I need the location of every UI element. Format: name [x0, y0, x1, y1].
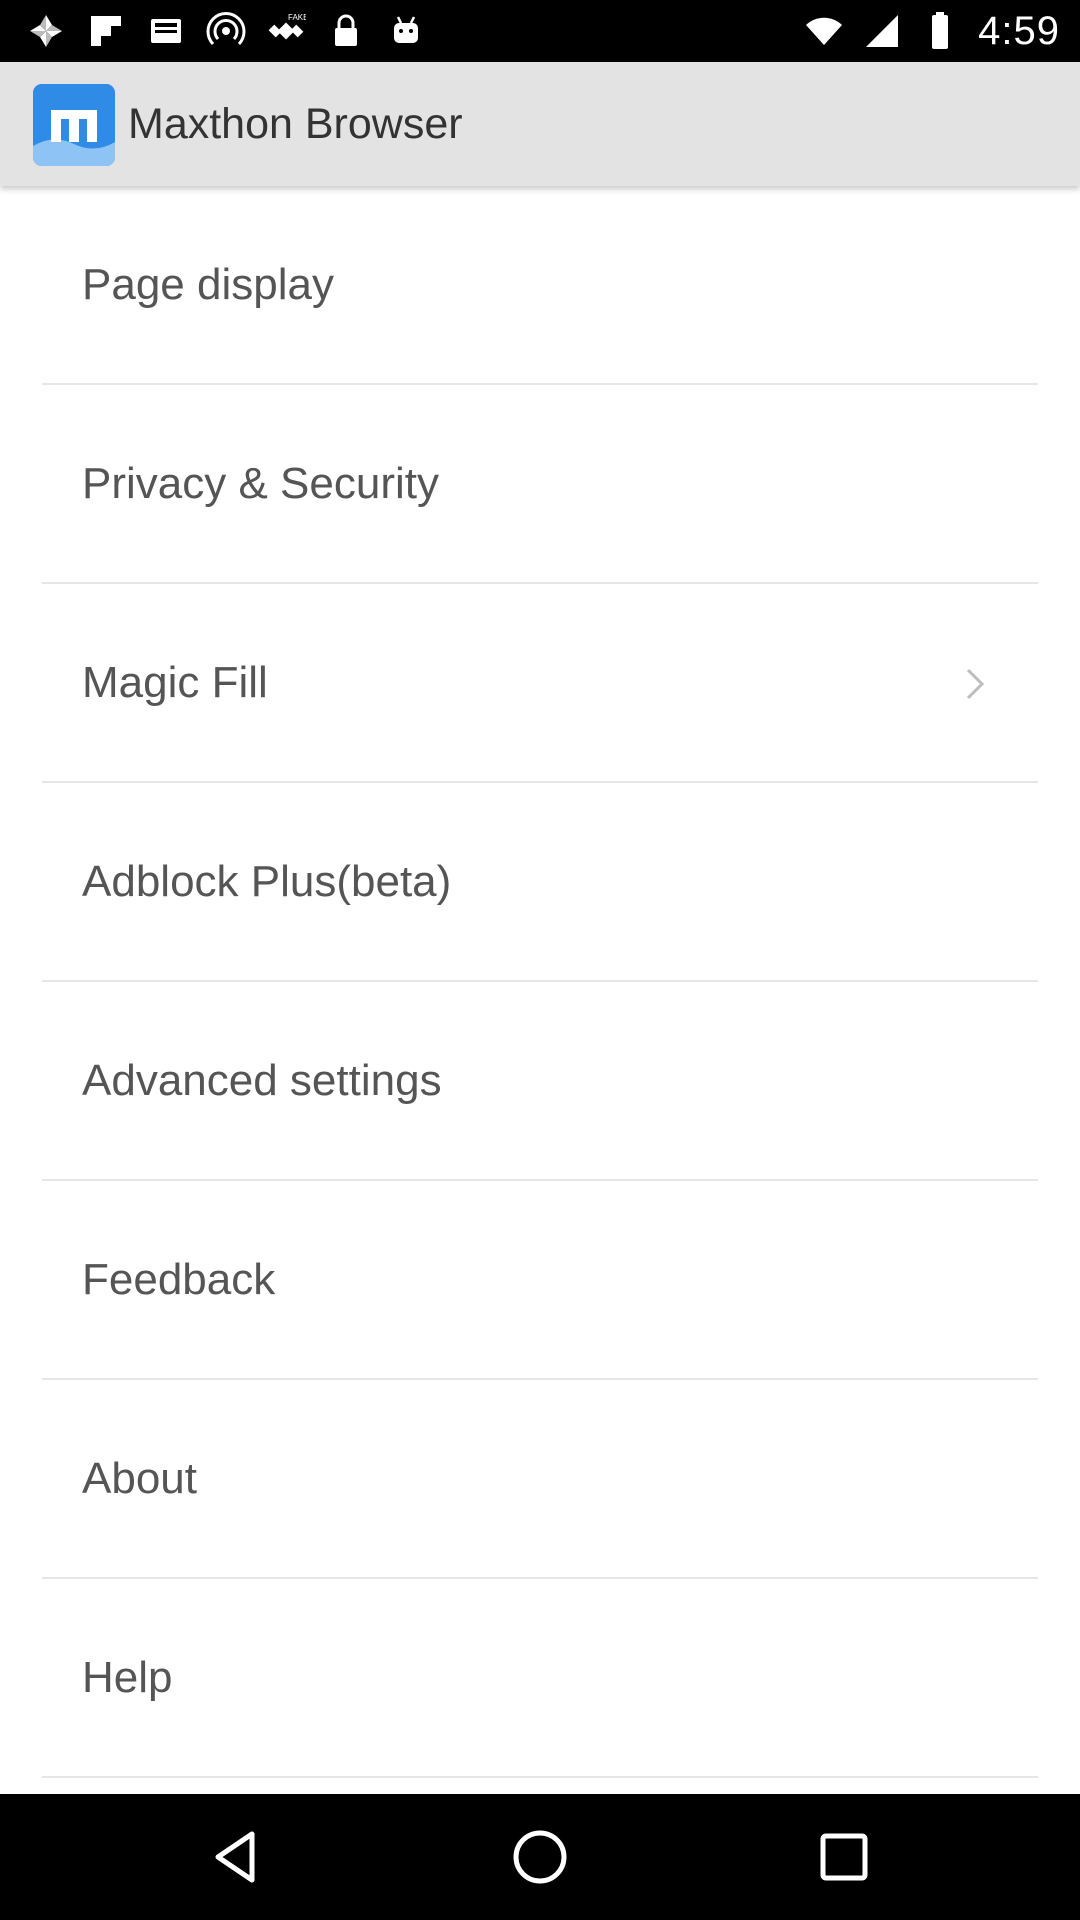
hotspot-icon: [206, 11, 246, 51]
flipboard-icon: [86, 11, 126, 51]
chevron-right-icon: [954, 664, 994, 704]
wifi-icon: [804, 11, 844, 51]
settings-item-label: Privacy & Security: [82, 459, 439, 508]
android-icon: [386, 11, 426, 51]
navigation-bar: [0, 1794, 1080, 1920]
settings-item-label: About: [82, 1454, 197, 1503]
status-bar: FAKE 4:59: [0, 0, 1080, 62]
recents-icon[interactable]: [813, 1826, 875, 1888]
battery-icon: [920, 11, 960, 51]
fake-gps-icon: FAKE: [266, 11, 306, 51]
svg-text:FAKE: FAKE: [288, 13, 306, 22]
settings-item-label: Adblock Plus(beta): [82, 857, 452, 906]
home-icon[interactable]: [509, 1826, 571, 1888]
settings-item-adblock-plus[interactable]: Adblock Plus(beta): [42, 783, 1038, 982]
status-time: 4:59: [978, 8, 1060, 53]
settings-item-label: Help: [82, 1653, 173, 1702]
settings-item-advanced-settings[interactable]: Advanced settings: [42, 982, 1038, 1181]
app-bar: Maxthon Browser: [0, 62, 1080, 186]
notification-icons: FAKE: [26, 10, 426, 52]
maxthon-logo-icon: [33, 84, 115, 166]
lock-icon: [326, 11, 366, 51]
signal-icon: [862, 11, 902, 51]
settings-item-page-display[interactable]: Page display: [42, 186, 1038, 385]
settings-item-magic-fill[interactable]: Magic Fill: [42, 584, 1038, 783]
settings-item-privacy-security[interactable]: Privacy & Security: [42, 385, 1038, 584]
settings-item-about[interactable]: About: [42, 1380, 1038, 1579]
settings-item-label: Advanced settings: [82, 1056, 442, 1105]
inbox-icon: [146, 11, 186, 51]
system-status: 4:59: [804, 8, 1060, 54]
back-icon[interactable]: [206, 1826, 268, 1888]
app-title: Maxthon Browser: [128, 100, 463, 148]
settings-list: Page display Privacy & Security Magic Fi…: [0, 186, 1080, 1794]
settings-item-label: Magic Fill: [82, 658, 268, 707]
photos-icon: [26, 11, 66, 51]
settings-item-label: Feedback: [82, 1255, 276, 1304]
settings-item-feedback[interactable]: Feedback: [42, 1181, 1038, 1380]
settings-item-label: Page display: [82, 260, 334, 309]
settings-item-help[interactable]: Help: [42, 1579, 1038, 1778]
